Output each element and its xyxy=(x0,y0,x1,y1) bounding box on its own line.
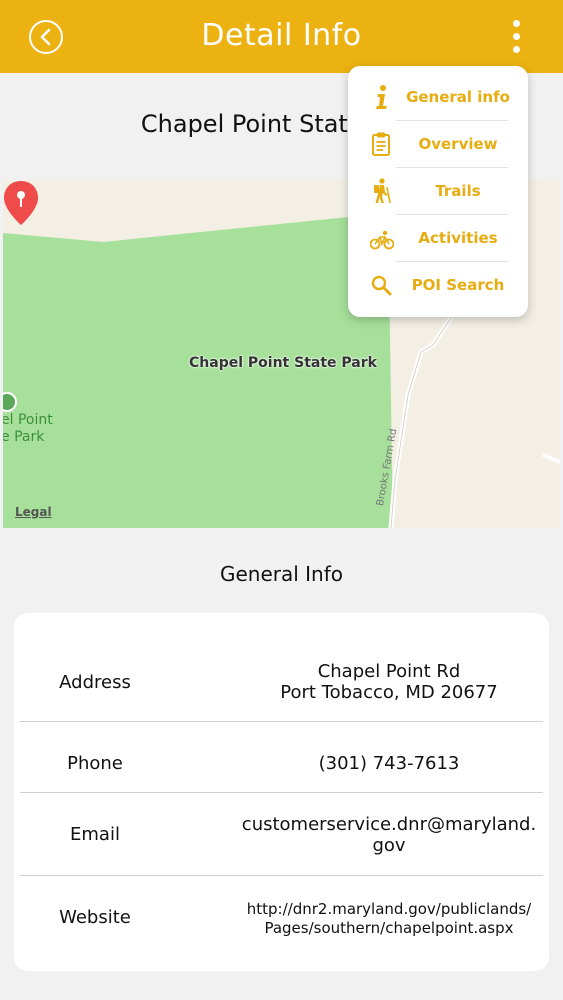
menu-item-label: POI Search xyxy=(411,276,505,294)
address-line1: Chapel Point Rd xyxy=(317,661,461,682)
menu-item-general-info[interactable]: General info xyxy=(348,74,528,121)
menu-item-label: General info xyxy=(406,88,510,106)
address-label: Address xyxy=(59,672,131,693)
email-line2: gov xyxy=(372,835,406,856)
options-menu: General info Overview Trails Activities … xyxy=(348,66,528,317)
menu-item-activities[interactable]: Activities xyxy=(348,215,528,262)
email-value[interactable]: customerservice.dnr@maryland. gov xyxy=(235,814,543,856)
top-bar: Detail Info xyxy=(0,0,563,73)
email-label: Email xyxy=(70,824,120,845)
menu-item-trails[interactable]: Trails xyxy=(348,168,528,215)
map-side-label: el Point e Park xyxy=(3,412,53,446)
website-value[interactable]: http://dnr2.maryland.gov/publiclands/ Pa… xyxy=(235,900,543,938)
website-line2: Pages/southern/chapelpoint.aspx xyxy=(264,919,514,937)
divider xyxy=(20,721,543,722)
divider xyxy=(20,792,543,793)
phone-label: Phone xyxy=(67,753,123,774)
menu-item-poi-search[interactable]: POI Search xyxy=(348,262,528,309)
info-card: Address Chapel Point Rd Port Tobacco, MD… xyxy=(14,613,549,971)
bicycle-icon xyxy=(370,230,394,250)
map-pin-icon[interactable] xyxy=(3,180,39,226)
menu-item-label: Overview xyxy=(418,135,498,153)
email-line1: customerservice.dnr@maryland. xyxy=(241,814,537,835)
divider xyxy=(20,875,543,876)
page-title: Detail Info xyxy=(201,18,362,53)
hiker-icon xyxy=(374,178,391,204)
legal-link[interactable]: Legal xyxy=(15,505,52,519)
phone-value[interactable]: (301) 743-7613 xyxy=(235,753,543,774)
map-marker-label: Chapel Point State Park xyxy=(189,355,377,371)
website-label: Website xyxy=(59,907,131,928)
website-line1: http://dnr2.maryland.gov/publiclands/ xyxy=(246,900,532,918)
map-side-label-line1: el Point xyxy=(3,412,53,428)
menu-item-overview[interactable]: Overview xyxy=(348,121,528,168)
map-side-label-line2: e Park xyxy=(3,429,45,445)
info-icon xyxy=(376,85,387,109)
address-line2: Port Tobacco, MD 20677 xyxy=(280,682,498,703)
section-title: General Info xyxy=(219,562,344,586)
clipboard-icon xyxy=(372,132,390,156)
menu-item-label: Activities xyxy=(418,229,498,247)
menu-item-label: Trails xyxy=(435,182,481,200)
search-icon xyxy=(371,275,392,296)
address-value: Chapel Point Rd Port Tobacco, MD 20677 xyxy=(235,661,543,703)
kebab-menu-icon[interactable] xyxy=(506,20,526,54)
